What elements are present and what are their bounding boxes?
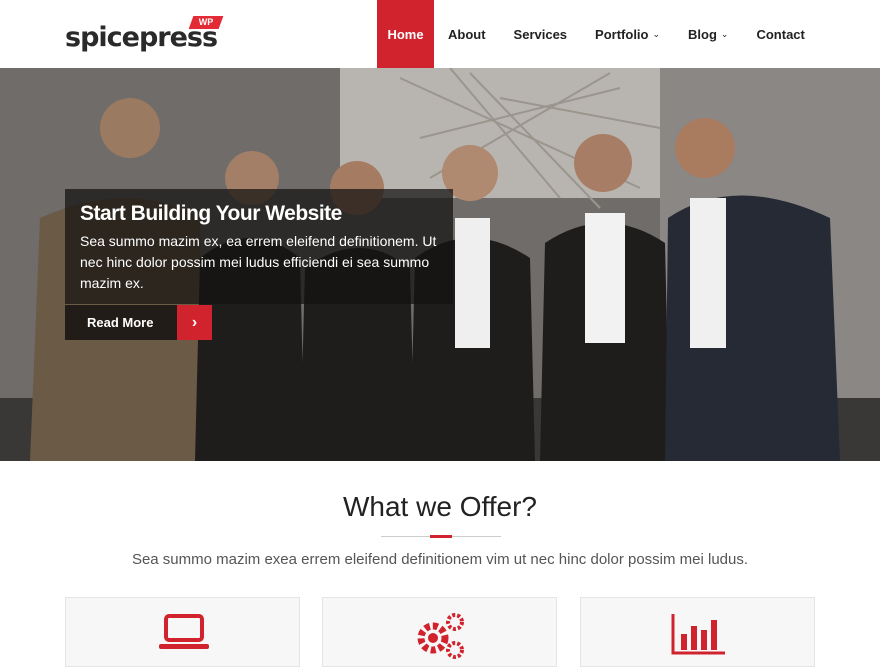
title-divider-accent [430, 535, 452, 538]
service-card[interactable] [322, 597, 557, 667]
service-card[interactable] [580, 597, 815, 667]
service-card[interactable] [65, 597, 300, 667]
nav-label: Blog [688, 26, 717, 42]
logo-badge: WP [188, 16, 224, 29]
site-logo[interactable]: spicepress WP [65, 14, 225, 54]
site-header: spicepress WP Home About Services Portfo… [0, 0, 880, 68]
hero-text: Sea summo mazim ex, ea errem eleifend de… [80, 233, 437, 291]
main-nav: Home About Services Portfolio ⌄ Blog ⌄ Con… [377, 0, 819, 68]
nav-item-services[interactable]: Services [500, 0, 582, 68]
nav-label: Portfolio [595, 26, 649, 42]
gears-icon [417, 613, 464, 659]
nav-item-contact[interactable]: Contact [742, 0, 818, 68]
hero-title: Start Building Your Website [80, 202, 342, 225]
laptop-icon [159, 614, 209, 649]
read-more-button[interactable]: Read More › [65, 305, 212, 340]
chevron-right-icon: › [177, 305, 212, 340]
hero-caption: Start Building Your Website Sea summo ma… [65, 189, 453, 304]
bar-chart-icon [671, 614, 725, 655]
logo-badge-label: WP [198, 17, 214, 27]
nav-label: Contact [756, 26, 805, 42]
nav-label: Home [387, 26, 424, 42]
nav-item-blog[interactable]: Blog ⌄ [674, 0, 742, 68]
chevron-down-icon: ⌄ [720, 28, 729, 39]
nav-label: Services [513, 26, 568, 42]
nav-label: About [448, 26, 486, 42]
nav-item-portfolio[interactable]: Portfolio ⌄ [581, 0, 674, 68]
hero-slider: Start Building Your Website Sea summo ma… [0, 68, 880, 461]
section-description: Sea summo mazim exea errem eleifend defi… [131, 551, 749, 568]
read-more-label: Read More [87, 315, 154, 330]
section-title: What we Offer? [342, 491, 537, 522]
nav-item-home[interactable]: Home [377, 0, 434, 68]
chevron-down-icon: ⌄ [652, 28, 661, 39]
nav-item-about[interactable]: About [434, 0, 500, 68]
